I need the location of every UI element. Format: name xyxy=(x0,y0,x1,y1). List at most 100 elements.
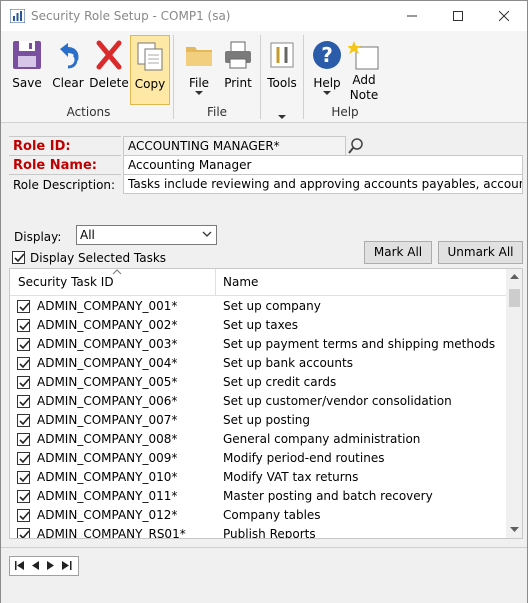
group-label-actions: Actions xyxy=(66,105,111,119)
role-id-field[interactable]: ACCOUNTING MANAGER* xyxy=(123,136,346,156)
task-checkbox[interactable] xyxy=(17,319,30,332)
task-id-cell: ADMIN_COMPANY_011* xyxy=(37,489,178,503)
task-name-cell: Set up taxes xyxy=(223,318,298,332)
minimize-button[interactable] xyxy=(389,1,435,31)
add-note-label-line2: Note xyxy=(349,88,379,102)
display-select[interactable]: All xyxy=(76,225,217,245)
group-label-file: File xyxy=(206,105,228,119)
maximize-button[interactable] xyxy=(435,1,481,31)
tools-icon xyxy=(270,42,294,68)
task-checkbox[interactable] xyxy=(17,471,30,484)
task-id-cell: ADMIN_COMPANY_001* xyxy=(37,299,178,313)
task-name-cell: Set up bank accounts xyxy=(223,356,353,370)
previous-record-button[interactable] xyxy=(32,560,40,574)
role-name-field[interactable]: Accounting Manager xyxy=(123,155,523,175)
previous-record-icon xyxy=(32,561,39,570)
task-name-cell: Set up company xyxy=(223,299,321,313)
task-id-cell: ADMIN_COMPANY_008* xyxy=(37,432,178,446)
lookup-magnifier-icon xyxy=(348,138,363,154)
print-label: Print xyxy=(224,76,252,90)
checkmark-icon xyxy=(19,511,30,521)
role-id-label: Role ID: xyxy=(9,136,121,156)
scroll-up-icon[interactable] xyxy=(510,274,519,280)
task-checkbox[interactable] xyxy=(17,338,30,351)
display-selected-tasks-checkbox[interactable] xyxy=(12,251,25,264)
copy-button[interactable]: Copy xyxy=(130,35,170,105)
role-id-lookup-button[interactable] xyxy=(346,136,366,156)
scrollbar-thumb[interactable] xyxy=(509,289,520,307)
task-name-cell: Publish Reports xyxy=(223,527,316,539)
file-menu-button[interactable]: File xyxy=(179,35,219,105)
table-row[interactable]: ADMIN_COMPANY_003* Set up payment terms a… xyxy=(10,335,506,354)
last-record-icon xyxy=(62,561,72,570)
role-description-field[interactable]: Tasks include reviewing and approving ac… xyxy=(123,174,523,194)
task-checkbox[interactable] xyxy=(17,300,30,313)
security-tasks-grid: Security Task ID Name ADMIN_COMPANY_001*… xyxy=(9,268,523,539)
task-checkbox[interactable] xyxy=(17,357,30,370)
table-row[interactable]: ADMIN_COMPANY_009* Modify period-end rout… xyxy=(10,449,506,468)
delete-button[interactable]: Delete xyxy=(89,35,129,105)
vertical-scrollbar[interactable] xyxy=(506,269,522,538)
task-name-cell: Modify VAT tax returns xyxy=(223,470,359,484)
task-checkbox[interactable] xyxy=(17,433,30,446)
task-checkbox[interactable] xyxy=(17,528,30,538)
role-id-row: Role ID: ACCOUNTING MANAGER* xyxy=(9,136,523,156)
close-button[interactable] xyxy=(481,1,527,31)
scroll-down-icon[interactable] xyxy=(510,527,519,533)
task-checkbox[interactable] xyxy=(17,490,30,503)
task-checkbox[interactable] xyxy=(17,509,30,522)
tools-label: Tools xyxy=(267,76,297,90)
table-row[interactable]: ADMIN_COMPANY_001* Set up company xyxy=(10,297,506,316)
save-label: Save xyxy=(12,76,42,90)
checkmark-icon xyxy=(19,530,30,538)
checkmark-icon xyxy=(19,473,30,483)
column-separator xyxy=(215,269,216,296)
table-row[interactable]: ADMIN_COMPANY_008* General company admini… xyxy=(10,430,506,449)
table-row[interactable]: ADMIN_COMPANY_011* Master posting and bat… xyxy=(10,487,506,506)
column-header-task-id[interactable]: Security Task ID xyxy=(18,275,114,289)
group-separator xyxy=(260,35,261,119)
tools-menu-button[interactable]: Tools xyxy=(264,35,300,119)
task-checkbox[interactable] xyxy=(17,376,30,389)
mark-all-button[interactable]: Mark All xyxy=(364,241,432,264)
chevron-down-icon xyxy=(202,231,212,237)
role-name-row: Role Name: Accounting Manager xyxy=(9,155,523,175)
table-row[interactable]: ADMIN_COMPANY_004* Set up bank accounts xyxy=(10,354,506,373)
grid-header: Security Task ID Name xyxy=(10,269,506,296)
table-row[interactable]: ADMIN_COMPANY_RS01* Publish Reports xyxy=(10,525,506,539)
task-name-cell: Modify period-end routines xyxy=(223,451,385,465)
task-checkbox[interactable] xyxy=(17,414,30,427)
unmark-all-button[interactable]: Unmark All xyxy=(438,241,523,264)
table-row[interactable]: ADMIN_COMPANY_010* Modify VAT tax returns xyxy=(10,468,506,487)
task-name-cell: Company tables xyxy=(223,508,321,522)
add-note-button[interactable]: Add Note xyxy=(345,35,383,105)
task-checkbox[interactable] xyxy=(17,395,30,408)
first-record-button[interactable] xyxy=(15,560,25,574)
first-record-icon xyxy=(15,561,24,570)
next-record-button[interactable] xyxy=(47,560,55,574)
footer xyxy=(1,547,527,603)
help-menu-button[interactable]: ? Help xyxy=(307,35,347,105)
checkmark-icon xyxy=(19,397,30,407)
table-row[interactable]: ADMIN_COMPANY_002* Set up taxes xyxy=(10,316,506,335)
add-note-label: Add Note xyxy=(345,73,383,103)
task-id-cell: ADMIN_COMPANY_003* xyxy=(37,337,178,351)
save-button[interactable]: Save xyxy=(7,35,47,105)
table-row[interactable]: ADMIN_COMPANY_006* Set up customer/vendor… xyxy=(10,392,506,411)
table-row[interactable]: ADMIN_COMPANY_007* Set up posting xyxy=(10,411,506,430)
undo-icon xyxy=(60,43,79,69)
save-icon xyxy=(13,41,41,69)
print-button[interactable]: Print xyxy=(219,35,257,105)
table-row[interactable]: ADMIN_COMPANY_012* Company tables xyxy=(10,506,506,525)
minimize-icon xyxy=(407,15,417,17)
column-header-name[interactable]: Name xyxy=(223,275,258,289)
last-record-button[interactable] xyxy=(62,560,72,574)
task-checkbox[interactable] xyxy=(17,452,30,465)
task-name-cell: Master posting and batch recovery xyxy=(223,489,433,503)
clear-button[interactable]: Clear xyxy=(49,35,87,105)
maximize-icon xyxy=(453,11,463,21)
task-name-cell: Set up posting xyxy=(223,413,311,427)
table-row[interactable]: ADMIN_COMPANY_005* Set up credit cards xyxy=(10,373,506,392)
checkmark-icon xyxy=(19,416,30,426)
next-record-icon xyxy=(47,561,54,570)
